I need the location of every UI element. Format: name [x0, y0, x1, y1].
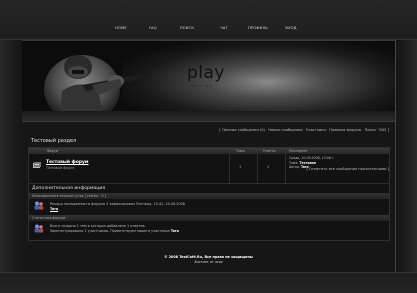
stats-user-link[interactable]: Tora: [171, 229, 179, 233]
record-user-link[interactable]: Tora: [50, 207, 58, 211]
info-panel: Дополнительная информация Пользователи в…: [28, 183, 390, 241]
forum-name-link[interactable]: Тестовый форум: [46, 160, 88, 165]
link-members[interactable]: Участники: [306, 128, 326, 132]
forum-description: Тестовый форум: [46, 166, 74, 170]
online-label: Пользователи в течение суток [ сейчас - …: [32, 194, 106, 198]
soldier-image: [44, 55, 150, 121]
info-title: Дополнительная информация: [32, 186, 106, 191]
last-post-topic[interactable]: Тестовое: [299, 161, 316, 165]
last-post-arrow-icon[interactable]: »: [332, 156, 334, 160]
record-text: Рекорд посещаемости форума 3 зафиксирова…: [50, 202, 185, 206]
forum-topic-count: 1: [239, 165, 242, 169]
col-topics-header: Темы: [236, 149, 245, 153]
main-nav: HOME FAQ ПОИСК ЧАТ ПРОФИЛЬ ВХОД: [105, 26, 309, 30]
col-posts-header: Ответы: [263, 149, 276, 153]
mark-all-read: [ Отметить все сообщения прочитанными ]: [306, 167, 389, 171]
record-text-block: Рекорд посещаемости форума 3 зафиксирова…: [50, 202, 185, 211]
forum-links: [ Личные сообщения (0) · Новые сообщения…: [219, 128, 389, 132]
online-bar: Пользователи в течение суток [ сейчас - …: [29, 193, 389, 199]
users-icon: [34, 201, 44, 210]
footer-hosting-label: Хостинг от: [194, 260, 214, 265]
col-forum-header: Форум: [47, 149, 59, 153]
nav-item-login[interactable]: ВХОД: [273, 26, 309, 30]
main-content: Тестовый раздел [ Личные сообщения (0) ·…: [22, 122, 395, 272]
nav-item-home[interactable]: HOME: [105, 26, 137, 30]
footer-hosting-link[interactable]: ucoz: [215, 260, 223, 264]
col-last-header: Последнее: [289, 149, 308, 153]
link-private-messages[interactable]: Личные сообщения (0): [222, 128, 265, 132]
header-banner: play ONLY GG: [22, 40, 395, 122]
stats-line2: Зарегистрировано 1 участников. Приветств…: [50, 228, 170, 233]
forum-post-count: 1: [267, 165, 270, 169]
bottom-bar: [0, 272, 417, 293]
last-post-date: Среда, 10.09.2008, 13:08: [289, 156, 331, 160]
link-search[interactable]: Поиск: [365, 128, 376, 132]
nav-item-profile[interactable]: ПРОФИЛЬ: [243, 26, 273, 30]
logo-subtitle: ONLY GG: [191, 84, 213, 88]
mark-all-read-link[interactable]: Отметить все сообщения прочитанными: [309, 167, 386, 171]
banner-glow: [122, 41, 395, 121]
nav-item-faq[interactable]: FAQ: [137, 26, 169, 30]
stats-users-icon: [34, 224, 44, 233]
stats-bar: Статистика форума: [29, 215, 389, 221]
section-title: Тестовый раздел: [31, 138, 77, 144]
link-new-posts[interactable]: Новые сообщения: [268, 128, 302, 132]
banner-stripe: [22, 111, 395, 121]
nav-item-search[interactable]: ПОИСК: [169, 26, 205, 30]
footer: © 2008 TestCafé.Ru, Все права не защищен…: [22, 255, 395, 266]
header-bar: HOME FAQ ПОИСК ЧАТ ПРОФИЛЬ ВХОД: [0, 0, 417, 40]
nav-item-chat[interactable]: ЧАТ: [205, 26, 243, 30]
stats-label: Статистика форума: [32, 216, 66, 220]
footer-copyright: © 2008 TestCafé.Ru, Все права не защищен…: [164, 255, 253, 259]
forum-folder-icon: [33, 162, 41, 168]
link-rules[interactable]: Правила форума: [329, 128, 361, 132]
logo-text: play: [187, 63, 225, 83]
stats-text-block: Всего создано 1 тем в которых добавлено …: [50, 224, 179, 233]
